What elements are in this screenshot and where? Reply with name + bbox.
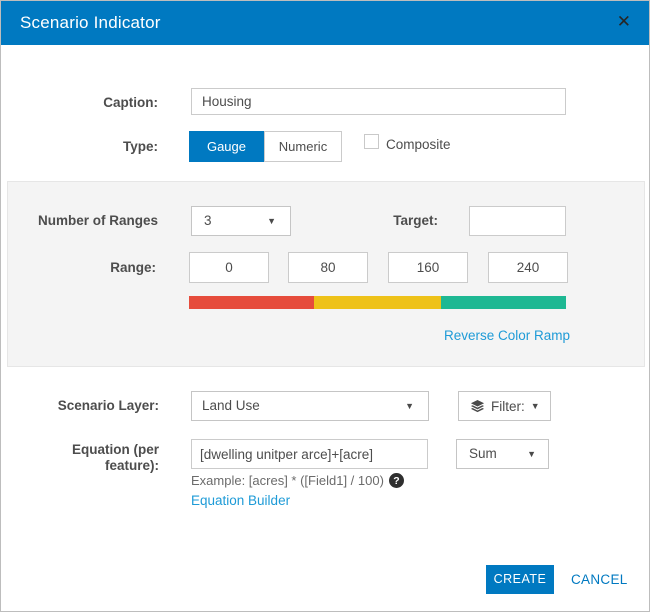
range-input-1[interactable] [189,252,269,283]
equation-label-line2: feature): [22,458,159,474]
aggregation-dropdown[interactable]: Sum ▼ [456,439,549,469]
number-of-ranges-value: 3 [204,213,212,228]
scenario-layer-dropdown[interactable]: Land Use ▼ [191,391,429,421]
equation-input[interactable] [191,439,428,469]
ramp-segment-green [441,296,566,309]
ramp-segment-red [189,296,314,309]
equation-builder-link[interactable]: Equation Builder [191,493,290,508]
range-input-4[interactable] [488,252,568,283]
number-of-ranges-label: Number of Ranges [21,213,158,228]
target-input[interactable] [469,206,566,236]
scenario-layer-label: Scenario Layer: [22,398,159,413]
color-ramp [189,296,566,309]
range-input-3[interactable] [388,252,468,283]
type-label: Type: [21,139,158,154]
layers-icon [470,399,485,414]
scenario-indicator-dialog: Scenario Indicator ✕ Caption: Type: Gaug… [0,0,650,612]
type-numeric-button[interactable]: Numeric [264,131,342,162]
type-gauge-button[interactable]: Gauge [189,131,264,162]
create-button[interactable]: CREATE [486,565,554,594]
composite-label: Composite [386,137,451,152]
caption-label: Caption: [21,95,158,110]
equation-example: Example: [acres] * ([Field1] / 100) ? [191,473,404,488]
help-icon[interactable]: ? [389,473,404,488]
chevron-down-icon: ▼ [267,207,276,235]
dialog-header: Scenario Indicator ✕ [1,1,649,45]
caption-input[interactable] [191,88,566,115]
chevron-down-icon: ▼ [405,392,414,420]
scenario-layer-value: Land Use [202,398,260,413]
ramp-segment-yellow [314,296,441,309]
equation-example-text: Example: [acres] * ([Field1] / 100) [191,473,384,488]
close-icon[interactable]: ✕ [615,1,633,45]
chevron-down-icon: ▼ [531,401,540,411]
dialog-title: Scenario Indicator [20,1,161,45]
target-label: Target: [301,213,438,228]
aggregation-value: Sum [469,446,497,461]
equation-label-line1: Equation (per [22,442,159,458]
reverse-color-ramp-link[interactable]: Reverse Color Ramp [444,328,570,343]
range-label: Range: [19,260,156,275]
range-input-2[interactable] [288,252,368,283]
chevron-down-icon: ▼ [527,440,536,468]
equation-label: Equation (per feature): [22,442,159,474]
composite-checkbox[interactable] [364,134,379,149]
cancel-button[interactable]: CANCEL [571,572,628,587]
number-of-ranges-dropdown[interactable]: 3 ▼ [191,206,291,236]
filter-button[interactable]: Filter: ▼ [458,391,551,421]
filter-label: Filter: [491,399,525,414]
